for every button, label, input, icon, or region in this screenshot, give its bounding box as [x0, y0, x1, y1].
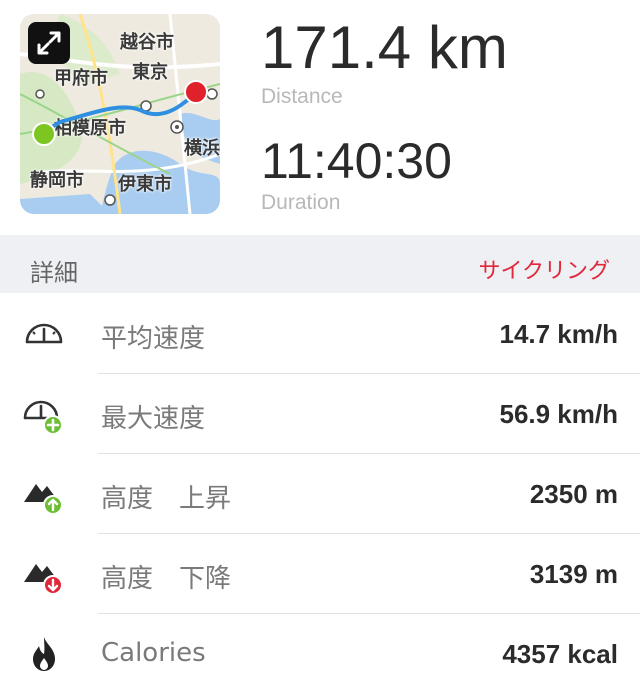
detail-row-elevation-loss: 高度 下降 3139 m — [0, 534, 640, 614]
avg-speed-label: 平均速度 — [101, 324, 206, 354]
activity-type-button[interactable]: サイクリング — [478, 253, 610, 285]
elevation-loss-label: 高度 下降 — [101, 564, 232, 594]
details-header: 詳細 サイクリング — [0, 235, 640, 293]
route-map[interactable]: 越谷市 東京 甲府市 相模原市 横浜 静岡市 伊東市 — [20, 14, 220, 214]
max-speed-icon — [23, 400, 63, 435]
flame-icon — [33, 637, 55, 671]
elevation-down-icon — [24, 564, 63, 595]
avg-speed-value: 14.7 km/h — [499, 319, 618, 349]
detail-row-avg-speed: 平均速度 14.7 km/h — [0, 294, 640, 374]
duration-value: 11:40:30 — [261, 133, 452, 189]
start-marker — [32, 122, 56, 146]
max-speed-label: 最大速度 — [101, 404, 206, 434]
details-title: 詳細 — [30, 259, 78, 287]
detail-row-calories: Calories 4357 kcal — [0, 614, 640, 692]
distance-value: 171.4 km — [261, 14, 508, 81]
elevation-gain-value: 2350 m — [529, 479, 618, 509]
calories-value: 4357 kcal — [502, 639, 618, 669]
detail-row-elevation-gain: 高度 上昇 2350 m — [0, 454, 640, 534]
end-marker — [184, 80, 208, 104]
distance-label: Distance — [261, 85, 343, 108]
speedometer-icon — [25, 323, 63, 344]
calories-label: Calories — [101, 638, 206, 668]
duration-label: Duration — [261, 191, 341, 214]
expand-map-button[interactable] — [28, 22, 70, 64]
elevation-gain-label: 高度 上昇 — [101, 484, 232, 514]
max-speed-value: 56.9 km/h — [499, 399, 618, 429]
expand-icon — [37, 31, 61, 55]
elevation-up-icon — [24, 484, 63, 515]
elevation-loss-value: 3139 m — [529, 559, 618, 589]
detail-row-max-speed: 最大速度 56.9 km/h — [0, 374, 640, 454]
